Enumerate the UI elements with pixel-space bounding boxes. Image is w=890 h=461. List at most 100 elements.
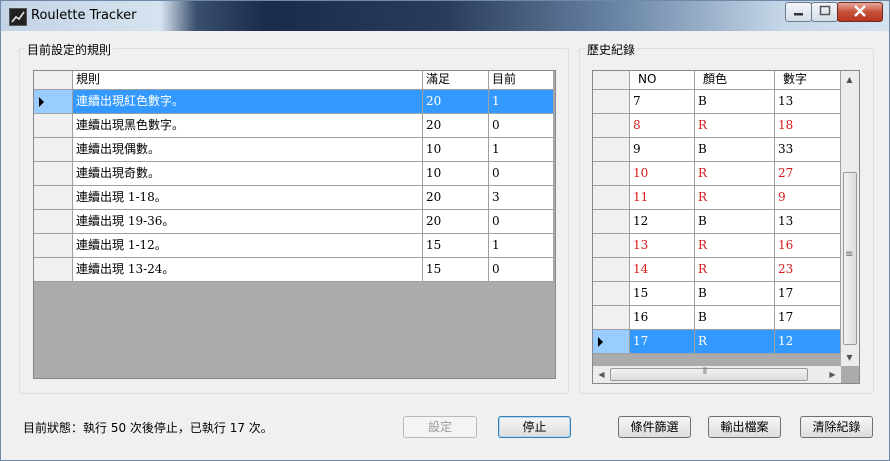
rules-row-header[interactable]	[34, 114, 73, 138]
history-vscrollbar[interactable]: ▲ ≡ ▼	[841, 71, 859, 366]
history-vscroll-thumb[interactable]: ≡	[843, 172, 857, 345]
rules-cell-meet[interactable]: 15	[423, 258, 489, 282]
rules-cell-current[interactable]: 0	[489, 114, 554, 138]
rules-cell-meet[interactable]: 20	[423, 90, 489, 114]
history-hscrollbar[interactable]: ◀ ⦀ ▶	[593, 366, 841, 383]
history-cell-color[interactable]: R	[695, 186, 775, 210]
history-cell-color[interactable]: B	[695, 90, 775, 114]
history-cell-color[interactable]: R	[695, 162, 775, 186]
rules-cell-rule[interactable]: 連續出現 19-36。	[73, 210, 423, 234]
history-cell-number[interactable]: 16	[775, 234, 841, 258]
rules-row-header[interactable]	[34, 138, 73, 162]
rules-cell-meet[interactable]: 10	[423, 138, 489, 162]
rules-cell-current[interactable]: 1	[489, 234, 554, 258]
rules-column-header[interactable]: 規則	[73, 71, 423, 90]
history-cell-number[interactable]: 12	[775, 330, 841, 354]
scroll-up-arrow-icon[interactable]: ▲	[841, 71, 858, 88]
filter-button[interactable]: 條件篩選	[618, 416, 691, 438]
settings-button[interactable]: 設定	[403, 416, 477, 438]
rules-cell-rule[interactable]: 連續出現 13-24。	[73, 258, 423, 282]
history-cell-no[interactable]: 15	[630, 282, 695, 306]
history-cell-no[interactable]: 8	[630, 114, 695, 138]
rules-grid[interactable]: 規則 滿足 目前 連續出現紅色數字。 20 1 連續出現黑色數字。 20 0 連續出現偶數。 10 1…	[33, 70, 556, 379]
history-column-header[interactable]: 顏色	[695, 71, 775, 90]
history-row-header[interactable]	[593, 282, 630, 306]
close-button[interactable]	[837, 2, 883, 22]
history-cell-number[interactable]: 13	[775, 210, 841, 234]
rules-cell-rule[interactable]: 連續出現黑色數字。	[73, 114, 423, 138]
rules-row-header[interactable]	[34, 258, 73, 282]
rules-cell-current[interactable]: 3	[489, 186, 554, 210]
history-cell-number[interactable]: 27	[775, 162, 841, 186]
history-row-header[interactable]	[593, 138, 630, 162]
rules-column-header[interactable]: 滿足	[423, 71, 489, 90]
rules-cell-rule[interactable]: 連續出現紅色數字。	[73, 90, 423, 114]
rules-cell-meet[interactable]: 20	[423, 210, 489, 234]
rules-column-header[interactable]: 目前	[489, 71, 554, 90]
stop-button[interactable]: 停止	[498, 416, 571, 438]
export-button[interactable]: 輸出檔案	[708, 416, 781, 438]
history-cell-number[interactable]: 33	[775, 138, 841, 162]
title-bar[interactable]: Roulette Tracker	[1, 1, 889, 31]
rules-row-header[interactable]	[34, 210, 73, 234]
rules-cell-rule[interactable]: 連續出現奇數。	[73, 162, 423, 186]
history-row-header[interactable]	[593, 114, 630, 138]
history-cell-no[interactable]: 11	[630, 186, 695, 210]
minimize-button[interactable]	[785, 2, 812, 22]
history-row-header[interactable]	[593, 306, 630, 330]
rules-row-header[interactable]	[34, 162, 73, 186]
history-row-header[interactable]	[593, 90, 630, 114]
maximize-button[interactable]	[811, 2, 838, 22]
history-cell-number[interactable]: 17	[775, 282, 841, 306]
history-cell-no[interactable]: 7	[630, 90, 695, 114]
rules-row-header[interactable]	[34, 90, 73, 114]
history-cell-number[interactable]: 17	[775, 306, 841, 330]
history-cell-no[interactable]: 16	[630, 306, 695, 330]
scroll-left-arrow-icon[interactable]: ◀	[593, 366, 610, 383]
history-cell-color[interactable]: B	[695, 210, 775, 234]
history-cell-color[interactable]: R	[695, 114, 775, 138]
history-cell-number[interactable]: 23	[775, 258, 841, 282]
history-cell-number[interactable]: 9	[775, 186, 841, 210]
history-row-header[interactable]	[593, 330, 630, 354]
rules-cell-current[interactable]: 1	[489, 90, 554, 114]
history-cell-color[interactable]: R	[695, 234, 775, 258]
rules-cell-meet[interactable]: 20	[423, 186, 489, 210]
rules-cell-meet[interactable]: 20	[423, 114, 489, 138]
history-row-header[interactable]	[593, 234, 630, 258]
history-cell-no[interactable]: 13	[630, 234, 695, 258]
rules-cell-current[interactable]: 0	[489, 258, 554, 282]
history-row-header[interactable]	[593, 210, 630, 234]
history-hscroll-thumb[interactable]: ⦀	[610, 367, 808, 381]
rules-row-header[interactable]	[34, 234, 73, 258]
history-cell-color[interactable]: B	[695, 306, 775, 330]
rules-cell-rule[interactable]: 連續出現 1-18。	[73, 186, 423, 210]
history-cell-number[interactable]: 18	[775, 114, 841, 138]
rules-cell-current[interactable]: 0	[489, 162, 554, 186]
history-cell-no[interactable]: 17	[630, 330, 695, 354]
history-row-header[interactable]	[593, 162, 630, 186]
clear-records-button[interactable]: 清除紀錄	[800, 416, 873, 438]
history-cell-no[interactable]: 14	[630, 258, 695, 282]
rules-cell-current[interactable]: 0	[489, 210, 554, 234]
history-cell-no[interactable]: 9	[630, 138, 695, 162]
history-cell-no[interactable]: 10	[630, 162, 695, 186]
history-column-header[interactable]: 數字	[775, 71, 841, 90]
scroll-right-arrow-icon[interactable]: ▶	[824, 366, 841, 383]
history-cell-color[interactable]: B	[695, 138, 775, 162]
rules-cell-rule[interactable]: 連續出現偶數。	[73, 138, 423, 162]
history-cell-color[interactable]: R	[695, 330, 775, 354]
rules-row-header[interactable]	[34, 186, 73, 210]
history-cell-color[interactable]: R	[695, 258, 775, 282]
rules-cell-rule[interactable]: 連續出現 1-12。	[73, 234, 423, 258]
history-row-header[interactable]	[593, 186, 630, 210]
history-row-header[interactable]	[593, 258, 630, 282]
history-cell-number[interactable]: 13	[775, 90, 841, 114]
rules-cell-meet[interactable]: 10	[423, 162, 489, 186]
scroll-down-arrow-icon[interactable]: ▼	[841, 349, 858, 366]
history-grid[interactable]: ▲ ≡ ▼ ◀ ⦀ ▶ NO 顏色 數字 7 B 13 8 R 18 9 B 33 10 R 27 11 R 9 1…	[592, 70, 860, 384]
history-cell-color[interactable]: B	[695, 282, 775, 306]
rules-cell-current[interactable]: 1	[489, 138, 554, 162]
history-column-header[interactable]: NO	[630, 71, 695, 90]
history-cell-no[interactable]: 12	[630, 210, 695, 234]
